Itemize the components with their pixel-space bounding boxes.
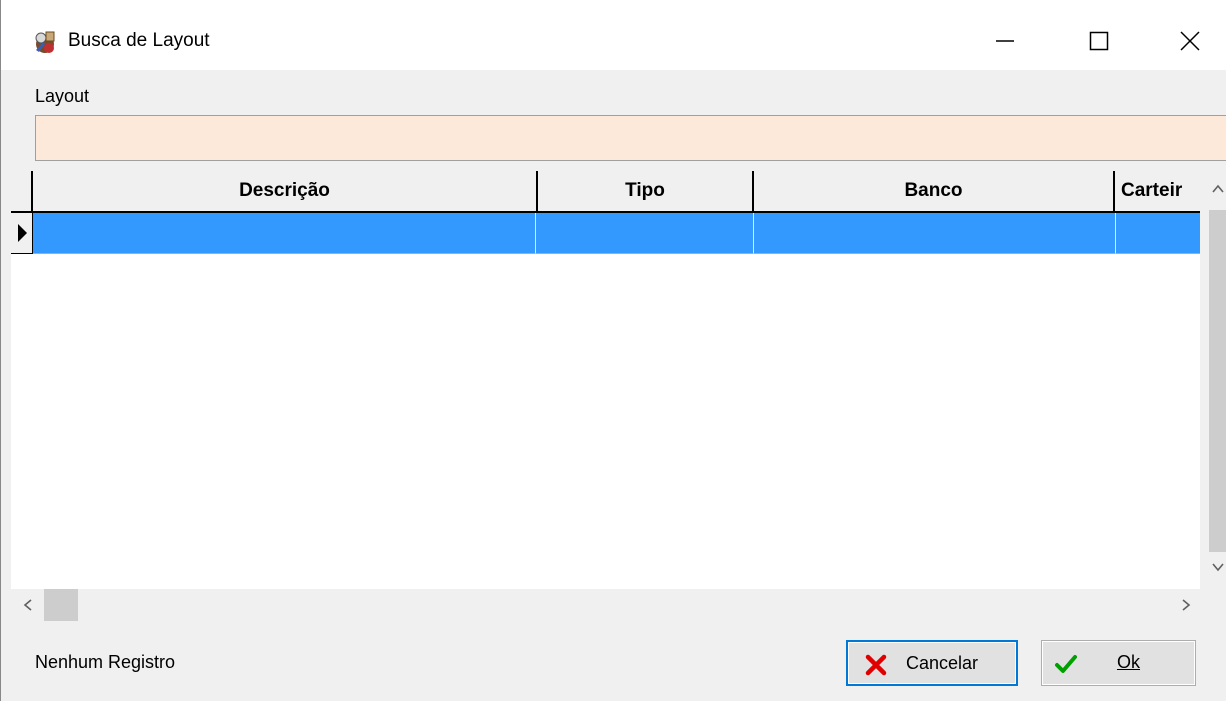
maximize-button[interactable]	[1076, 14, 1122, 68]
current-row-arrow-icon	[18, 224, 27, 242]
table-cell[interactable]	[754, 213, 1116, 254]
column-header-banco[interactable]: Banco	[754, 171, 1115, 213]
window-title: Busca de Layout	[68, 30, 210, 51]
chevron-right-icon[interactable]	[1179, 598, 1193, 612]
cancel-button[interactable]: Cancelar	[846, 640, 1018, 686]
layout-search-input[interactable]	[35, 115, 1226, 161]
minimize-button[interactable]	[982, 14, 1028, 68]
title-bar[interactable]: Busca de Layout	[1, 0, 1226, 70]
chevron-left-icon[interactable]	[21, 598, 35, 612]
chevron-up-icon[interactable]	[1211, 182, 1225, 196]
table-cell[interactable]	[1116, 213, 1201, 254]
minimize-icon	[996, 40, 1014, 42]
ok-button-label: Ok	[1117, 652, 1141, 672]
cancel-button-label: Cancelar	[906, 653, 979, 673]
table-cell[interactable]	[33, 213, 536, 254]
layout-label: Layout	[35, 86, 90, 106]
horizontal-scroll-thumb[interactable]	[44, 589, 78, 621]
close-icon	[1180, 31, 1200, 51]
table-row[interactable]	[11, 213, 1201, 254]
table-cell[interactable]	[536, 213, 754, 254]
ok-button[interactable]: Ok	[1041, 640, 1196, 686]
column-header-carteira[interactable]: Carteir	[1115, 171, 1210, 213]
column-header-tipo[interactable]: Tipo	[538, 171, 754, 213]
horizontal-scrollbar[interactable]	[11, 589, 1226, 621]
vertical-scroll-thumb[interactable]	[1209, 210, 1226, 552]
maximize-icon	[1089, 31, 1109, 51]
grid-indicator-header	[11, 171, 33, 213]
record-status: Nenhum Registro	[35, 652, 176, 672]
app-icon	[35, 31, 55, 53]
layout-grid[interactable]: Descrição Tipo Banco Carteir	[11, 171, 1226, 589]
chevron-down-icon[interactable]	[1211, 560, 1225, 574]
checkmark-icon	[1055, 655, 1077, 673]
column-header-descricao[interactable]: Descrição	[33, 171, 538, 213]
dialog-window: Busca de Layout Layout Descrição Tipo Ba…	[0, 0, 1226, 701]
row-indicator	[11, 213, 33, 254]
close-button[interactable]	[1167, 14, 1213, 68]
x-icon	[865, 654, 887, 676]
